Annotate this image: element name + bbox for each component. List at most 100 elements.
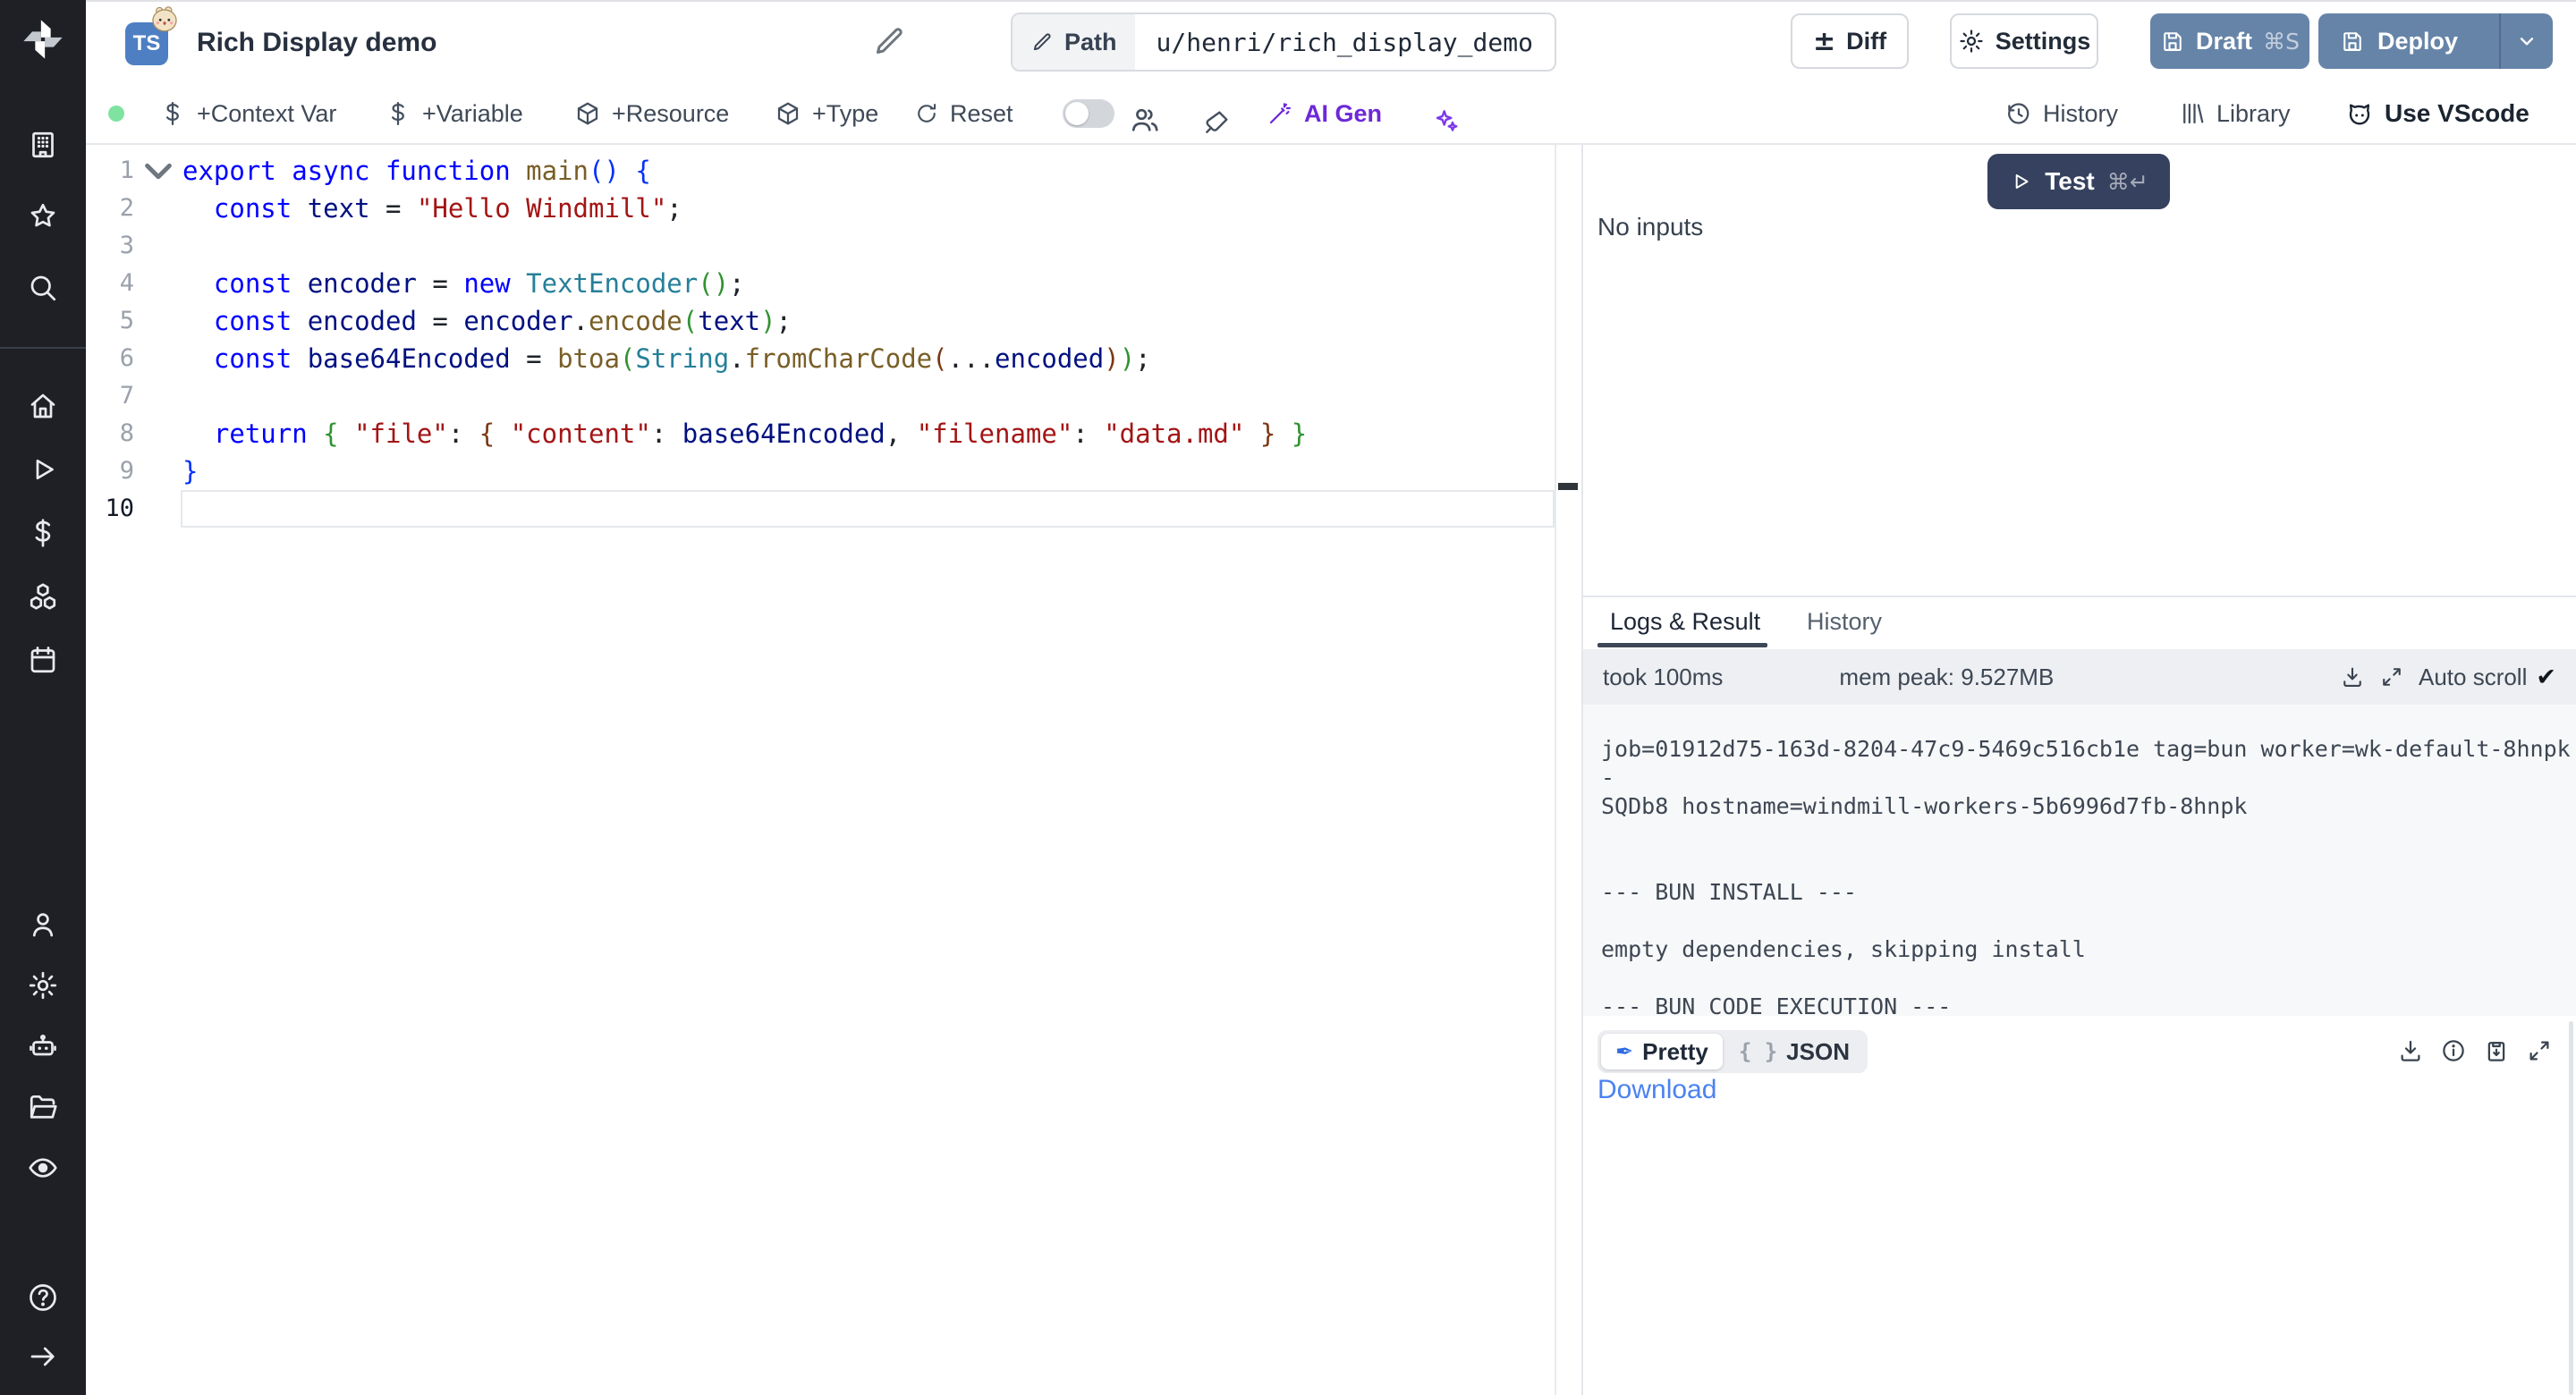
windmill-script-editor: TS Rich Display demo Path u/henri/rich_d…: [0, 0, 2576, 1395]
tab-logs-and-result[interactable]: Logs & Result: [1610, 608, 1760, 636]
status-dot: [108, 106, 124, 122]
info-icon: [2440, 1037, 2467, 1064]
expand-button[interactable]: [2526, 1037, 2553, 1064]
sidebar-robot-button[interactable]: [23, 1027, 63, 1066]
sidebar-cubes-button[interactable]: [23, 577, 63, 616]
pretty-view-button[interactable]: ✒ Pretty: [1601, 1034, 1723, 1070]
sidebar-star-button[interactable]: [23, 197, 63, 236]
sidebar-building-button[interactable]: [23, 125, 63, 165]
code-line-3[interactable]: 3: [86, 227, 1581, 265]
sidebar-help-button[interactable]: [23, 1278, 63, 1317]
editor-scrollbar-track[interactable]: [1555, 145, 1556, 1395]
code-text: const encoded = encoder.encode(text);: [182, 302, 792, 340]
download-button[interactable]: [2397, 1037, 2424, 1064]
info-button[interactable]: [2440, 1037, 2467, 1064]
draft-button[interactable]: Draft ⌘S: [2150, 13, 2309, 69]
reset-label: Reset: [950, 100, 1013, 128]
code-line-6[interactable]: 6 const base64Encoded = btoa(String.from…: [86, 340, 1581, 377]
settings-label: Settings: [1996, 28, 2091, 55]
code-text: const text = "Hello Windmill";: [182, 190, 682, 227]
edit-summary-button[interactable]: [871, 23, 907, 59]
add-context-var-button[interactable]: +Context Var: [159, 91, 336, 136]
draft-label: Draft: [2196, 28, 2252, 55]
package-icon: [775, 100, 801, 127]
add-resource-button[interactable]: +Resource: [574, 91, 729, 136]
code-line-8[interactable]: 8 return { "file": { "content": base64En…: [86, 415, 1581, 452]
fold-gutter: [134, 302, 182, 340]
sidebar-play-button[interactable]: [23, 450, 63, 489]
code-line-2[interactable]: 2 const text = "Hello Windmill";: [86, 190, 1581, 227]
vscode-cat-icon: [2345, 99, 2374, 128]
fold-chevron-icon[interactable]: [134, 152, 182, 190]
line-number: 3: [86, 227, 134, 265]
sidebar-folder-button[interactable]: [23, 1087, 63, 1127]
ai-gen-button[interactable]: AI Gen: [1267, 91, 1382, 136]
sidebar-user-button[interactable]: [23, 905, 63, 944]
code-line-10[interactable]: 10: [86, 490, 1581, 528]
sidebar-arrow-right-button[interactable]: [23, 1337, 63, 1376]
add-variable-button[interactable]: +Variable: [385, 91, 523, 136]
deploy-button[interactable]: Deploy: [2318, 13, 2553, 69]
json-view-button[interactable]: { } JSON: [1724, 1034, 1864, 1070]
line-number: 4: [86, 265, 134, 302]
test-label: Test: [2045, 167, 2095, 196]
fold-gutter: [134, 190, 182, 227]
tab-history[interactable]: History: [1807, 608, 1882, 636]
multiplayer-users-button[interactable]: [1129, 97, 1161, 142]
code-text: return { "file": { "content": base64Enco…: [182, 415, 1307, 452]
auto-scroll-toggle[interactable]: Auto scroll ✔: [2419, 664, 2556, 691]
diff-label: Diff: [1846, 28, 1886, 55]
test-button[interactable]: Test ⌘↵: [1987, 154, 2170, 209]
calendar-icon: [27, 644, 59, 676]
sidebar-divider: [0, 347, 86, 349]
fold-gutter: [134, 227, 182, 265]
ai-sparkles-button[interactable]: [1431, 98, 1460, 143]
line-number: 1: [86, 152, 134, 190]
use-vscode-button[interactable]: Use VScode: [2345, 91, 2529, 136]
toggle-knob: [1065, 102, 1089, 125]
settings-button[interactable]: Settings: [1950, 13, 2098, 69]
sidebar-eye-button[interactable]: [23, 1148, 63, 1188]
fold-gutter: [134, 415, 182, 452]
sidebar-gear-button[interactable]: [23, 966, 63, 1005]
code-editor[interactable]: 1export async function main() {2 const t…: [86, 145, 1581, 1395]
path-field[interactable]: Path u/henri/rich_display_demo: [1011, 13, 1556, 72]
download-icon: [2397, 1037, 2424, 1064]
download-button[interactable]: [2340, 664, 2365, 689]
line-number: 8: [86, 415, 134, 452]
reset-button[interactable]: Reset: [914, 91, 1013, 136]
folder-icon: [27, 1091, 59, 1123]
multiplayer-toggle[interactable]: [1063, 99, 1114, 128]
test-shortcut: ⌘↵: [2107, 169, 2148, 195]
history-button[interactable]: History: [2005, 91, 2118, 136]
result-actions: [2397, 1037, 2553, 1064]
deploy-dropdown-button[interactable]: [2499, 13, 2553, 69]
library-button[interactable]: Library: [2179, 91, 2291, 136]
clipboard-button[interactable]: [2483, 1037, 2510, 1064]
sidebar-dollar-button[interactable]: [23, 513, 63, 553]
code-text: }: [182, 452, 198, 490]
format-code-button[interactable]: [1202, 100, 1231, 145]
result-scrollbar[interactable]: [2569, 1021, 2573, 1395]
mem-peak-text: mem peak: 9.527MB: [1839, 664, 2054, 691]
sidebar-search-button[interactable]: [23, 268, 63, 308]
editor-overview-cursor-mark: [1558, 483, 1578, 490]
path-label: Path: [1064, 29, 1117, 56]
library-label: Library: [2216, 100, 2291, 128]
windmill-logo[interactable]: [20, 16, 66, 63]
code-line-9[interactable]: 9}: [86, 452, 1581, 490]
code-line-5[interactable]: 5 const encoded = encoder.encode(text);: [86, 302, 1581, 340]
code-line-1[interactable]: 1export async function main() {: [86, 152, 1581, 190]
expand-button[interactable]: [2379, 664, 2404, 689]
run-stats-strip: took 100ms mem peak: 9.527MB Auto scroll…: [1583, 649, 2576, 705]
download-result-link[interactable]: Download: [1597, 1075, 1716, 1105]
sidebar-home-button[interactable]: [23, 386, 63, 426]
code-text: const encoder = new TextEncoder();: [182, 265, 745, 302]
code-line-7[interactable]: 7: [86, 377, 1581, 415]
code-line-4[interactable]: 4 const encoder = new TextEncoder();: [86, 265, 1581, 302]
sidebar-calendar-button[interactable]: [23, 640, 63, 680]
add-type-button[interactable]: +Type: [775, 91, 878, 136]
diff-button[interactable]: ± Diff: [1791, 13, 1909, 69]
sparkles-icon: [1431, 106, 1460, 135]
use-vscode-label: Use VScode: [2385, 99, 2529, 128]
